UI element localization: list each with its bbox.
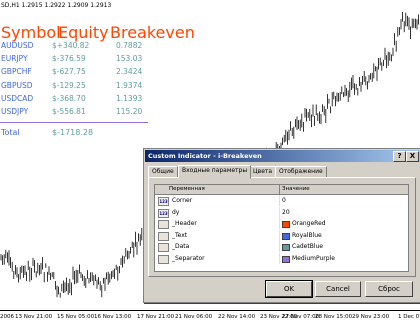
- param-row[interactable]: _Text RoyalBlue: [155, 229, 408, 241]
- param-value[interactable]: MediumPurple: [292, 253, 335, 264]
- table-separator: [0, 122, 148, 123]
- time-axis-label: 27 Nov 07:00: [282, 314, 320, 320]
- chart-symbol-title: SD,H1 1.2915 1.2922 1.2909 1.2913: [1, 2, 112, 9]
- dialog-title: Custom Indicator - i-Breakeven: [148, 152, 262, 160]
- time-axis-label: 17 Nov 21:00: [137, 314, 175, 320]
- time-axis-label: 22 Nov 14:00: [218, 314, 256, 320]
- param-name: _Separator: [172, 255, 205, 262]
- table-cell-symbol: GBPCHF: [1, 67, 32, 77]
- total-label: Total: [1, 128, 20, 137]
- table-cell-equity: $+340.82: [52, 41, 90, 50]
- time-axis-label: 28 Nov 15:00: [315, 314, 353, 320]
- time-axis-label: 15 Nov 05:00: [57, 314, 95, 320]
- param-name: _Text: [172, 231, 188, 239]
- header-equity: Equity: [58, 23, 109, 42]
- table-cell-symbol: EURJPY: [1, 54, 28, 64]
- table-cell-breakeven: 153.03: [116, 54, 143, 64]
- color-param-icon: [158, 220, 169, 230]
- col-variable[interactable]: Переменная: [169, 185, 205, 194]
- grid-header: Переменная Значение: [155, 185, 408, 195]
- param-row[interactable]: 123 Corner 0: [155, 195, 408, 206]
- table-cell-breakeven: 115.20: [116, 107, 143, 116]
- table-cell-symbol: USDJPY: [1, 107, 29, 116]
- param-value[interactable]: OrangeRed: [292, 218, 326, 229]
- color-swatch[interactable]: [282, 232, 290, 240]
- table-cell-equity: $-368.70: [52, 93, 86, 103]
- table-cell-equity: $-129.25: [52, 80, 86, 90]
- cancel-button[interactable]: Cancel: [315, 281, 361, 297]
- dialog-titlebar[interactable]: Custom Indicator - i-Breakeven ? X: [145, 150, 420, 162]
- help-button[interactable]: ?: [393, 151, 406, 162]
- reset-button[interactable]: Сброс: [365, 281, 413, 297]
- param-value[interactable]: 20: [282, 207, 290, 218]
- table-cell-breakeven: 1.9374: [116, 80, 143, 90]
- color-param-icon: [158, 243, 169, 253]
- color-swatch[interactable]: [282, 244, 290, 252]
- col-value[interactable]: Значение: [282, 185, 310, 194]
- time-axis: 2006 13 Nov 21:00 15 Nov 05:00 16 Nov 13:00…: [0, 310, 420, 323]
- table-cell-symbol: AUDUSD: [1, 41, 34, 50]
- int-param-icon: 123: [158, 197, 169, 206]
- table-cell-equity: $-376.59: [52, 54, 86, 64]
- color-param-icon: [158, 231, 169, 241]
- close-button[interactable]: X: [406, 151, 419, 162]
- param-row[interactable]: _Separator MediumPurple: [155, 253, 408, 264]
- param-name: Corner: [172, 197, 193, 204]
- color-swatch[interactable]: [282, 221, 290, 229]
- param-row[interactable]: 123 dy 20: [155, 206, 408, 218]
- table-cell-equity: $-556.81: [52, 107, 86, 116]
- parameters-grid[interactable]: Переменная Значение 123 Corner 0 123 dy 20 _He…: [154, 184, 409, 272]
- table-cell-equity: $-627.75: [52, 67, 86, 77]
- indicator-dialog: Custom Indicator - i-Breakeven ? X Общие…: [143, 148, 420, 303]
- param-name: _Header: [172, 220, 197, 228]
- time-axis-label: 16 Nov 13:00: [94, 314, 132, 320]
- ok-button[interactable]: OK: [265, 280, 313, 298]
- time-axis-label: 21 Nov 06:00: [175, 314, 213, 320]
- header-breakeven: Breakeven: [110, 23, 195, 42]
- table-cell-breakeven: 2.3424: [116, 67, 143, 77]
- table-cell-breakeven: 1.1393: [116, 93, 143, 103]
- table-cell-symbol: USDCAD: [1, 93, 34, 103]
- param-name: dy: [172, 208, 180, 216]
- time-axis-label: 29 Nov 23:00: [352, 314, 390, 320]
- param-value[interactable]: RoyalBlue: [292, 230, 322, 241]
- param-row[interactable]: _Header OrangeRed: [155, 218, 408, 230]
- table-cell-breakeven: 0.7882: [116, 41, 143, 50]
- total-value: $-1718.28: [52, 128, 94, 137]
- table-cell-symbol: GBPUSD: [1, 80, 33, 90]
- header-symbol: Symbol: [1, 23, 61, 42]
- time-axis-label: 1 Dec 07: [398, 314, 420, 320]
- param-row[interactable]: _Data CadetBlue: [155, 241, 408, 253]
- time-axis-label: 2006: [0, 314, 14, 320]
- param-value[interactable]: CadetBlue: [292, 241, 323, 252]
- color-param-icon: [158, 255, 169, 264]
- tab-inputs[interactable]: Входные параметры: [178, 165, 252, 179]
- color-swatch[interactable]: [282, 256, 290, 263]
- param-value[interactable]: 0: [282, 195, 286, 206]
- param-name: _Data: [172, 243, 190, 251]
- int-param-icon: 123: [158, 208, 169, 218]
- time-axis-label: 13 Nov 21:00: [15, 314, 53, 320]
